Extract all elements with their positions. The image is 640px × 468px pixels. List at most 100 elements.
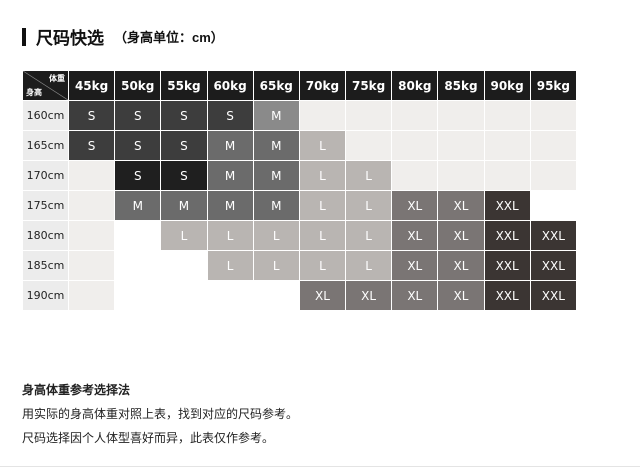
corner-height-label: 身高 <box>26 88 42 97</box>
size-cell-xl: XL <box>437 250 485 281</box>
empty-cell <box>67 220 116 251</box>
size-cell-s: S <box>114 160 162 191</box>
size-cell-s: S <box>160 100 208 131</box>
size-cell-m: M <box>114 190 162 221</box>
size-cell-xl: XL <box>345 280 393 311</box>
weight-header-cell: 90kg <box>483 70 531 101</box>
table-row: 180cm L L L L L XL XL XXL XXL <box>22 220 578 251</box>
empty-cell <box>298 100 347 131</box>
weight-header-cell: 85kg <box>437 70 485 101</box>
size-cell-m: M <box>252 100 300 131</box>
empty-cell <box>345 100 393 131</box>
size-cell-m: M <box>206 190 254 221</box>
size-cell-xxl: XXL <box>483 220 531 251</box>
size-cell-l: L <box>206 220 254 251</box>
empty-cell <box>206 280 254 311</box>
height-label-cell: 180cm <box>22 220 69 251</box>
size-cell-l: L <box>160 220 208 251</box>
weight-header-cell: 75kg <box>345 70 393 101</box>
weight-header-cell: 95kg <box>529 70 578 101</box>
size-cell-l: L <box>298 160 347 191</box>
size-cell-s: S <box>114 100 162 131</box>
corner-weight-label: 体重 <box>49 74 65 83</box>
size-chart-table: 体重 身高 45kg 50kg 55kg 60kg 65kg 70kg 75kg 80kg 85… <box>22 70 578 311</box>
size-cell-l: L <box>206 250 254 281</box>
size-cell-s: S <box>206 100 254 131</box>
height-label-cell: 190cm <box>22 280 69 311</box>
size-cell-m: M <box>252 130 300 161</box>
size-cell-m: M <box>252 160 300 191</box>
size-cell-m: M <box>252 190 300 221</box>
table-row: 185cm L L L L XL XL XXL XXL <box>22 250 578 281</box>
weight-header-row: 体重 身高 45kg 50kg 55kg 60kg 65kg 70kg 75kg 80kg 85… <box>22 70 578 101</box>
empty-cell <box>67 160 116 191</box>
weight-header-cell: 60kg <box>206 70 254 101</box>
table-corner-cell: 体重 身高 <box>22 70 69 101</box>
size-cell-s: S <box>114 130 162 161</box>
size-cell-xl: XL <box>437 220 485 251</box>
table-row: 170cm S S M M L L <box>22 160 578 191</box>
empty-cell <box>529 130 578 161</box>
empty-cell <box>437 130 485 161</box>
size-cell-xxl: XXL <box>483 280 531 311</box>
notes-line-1: 用实际的身高体重对照上表，找到对应的尺码参考。 <box>22 407 299 421</box>
size-cell-s: S <box>160 130 208 161</box>
size-cell-l: L <box>252 250 300 281</box>
empty-cell <box>437 100 485 131</box>
page-subtitle: （身高单位：cm） <box>114 30 224 45</box>
size-cell-l: L <box>298 250 347 281</box>
size-cell-m: M <box>160 190 208 221</box>
height-label-cell: 165cm <box>22 130 69 161</box>
size-cell-s: S <box>160 160 208 191</box>
empty-cell <box>483 100 531 131</box>
size-cell-xxl: XXL <box>529 250 578 281</box>
height-label-cell: 160cm <box>22 100 69 131</box>
size-notes: 身高体重参考选择法 用实际的身高体重对照上表，找到对应的尺码参考。 尺码选择因个… <box>22 378 298 450</box>
size-cell-xl: XL <box>437 280 485 311</box>
weight-header-cell: 50kg <box>114 70 162 101</box>
size-cell-xl: XL <box>391 220 439 251</box>
weight-header-cell: 80kg <box>391 70 439 101</box>
bottom-divider <box>0 466 640 467</box>
empty-cell <box>252 280 300 311</box>
size-cell-xl: XL <box>391 280 439 311</box>
size-cell-l: L <box>345 250 393 281</box>
section-header: 尺码快选 （身高单位：cm） <box>22 24 224 49</box>
empty-cell <box>391 130 439 161</box>
weight-header-cell: 55kg <box>160 70 208 101</box>
size-cell-l: L <box>345 220 393 251</box>
height-label-cell: 175cm <box>22 190 69 221</box>
size-table-body: 160cm S S S S M 165cm S S S M M L 170cm S S M M L L 175cm M M M… <box>22 100 578 311</box>
table-row: 175cm M M M M L L XL XL XXL <box>22 190 578 221</box>
notes-line-2: 尺码选择因个人体型喜好而异，此表仅作参考。 <box>22 431 275 445</box>
table-row: 190cm XL XL XL XL XXL XXL <box>22 280 578 311</box>
empty-cell <box>529 160 578 191</box>
empty-cell <box>437 160 485 191</box>
title-accent-bar <box>22 27 26 46</box>
empty-cell <box>114 250 162 281</box>
height-label-cell: 170cm <box>22 160 69 191</box>
size-cell-l: L <box>298 190 347 221</box>
empty-cell <box>483 160 531 191</box>
size-cell-l: L <box>345 190 393 221</box>
empty-cell <box>67 280 116 311</box>
size-cell-l: L <box>298 130 347 161</box>
size-cell-xxl: XXL <box>483 250 531 281</box>
weight-header-cell: 70kg <box>298 70 347 101</box>
empty-cell <box>529 190 578 221</box>
size-cell-m: M <box>206 130 254 161</box>
size-cell-l: L <box>345 160 393 191</box>
empty-cell <box>67 190 116 221</box>
weight-header-cell: 45kg <box>67 70 116 101</box>
size-cell-s: S <box>67 130 116 161</box>
size-cell-xl: XL <box>391 250 439 281</box>
size-cell-l: L <box>298 220 347 251</box>
empty-cell <box>483 130 531 161</box>
weight-header-cell: 65kg <box>252 70 300 101</box>
empty-cell <box>160 280 208 311</box>
empty-cell <box>114 280 162 311</box>
empty-cell <box>114 220 162 251</box>
empty-cell <box>391 160 439 191</box>
size-cell-xl: XL <box>437 190 485 221</box>
empty-cell <box>391 100 439 131</box>
